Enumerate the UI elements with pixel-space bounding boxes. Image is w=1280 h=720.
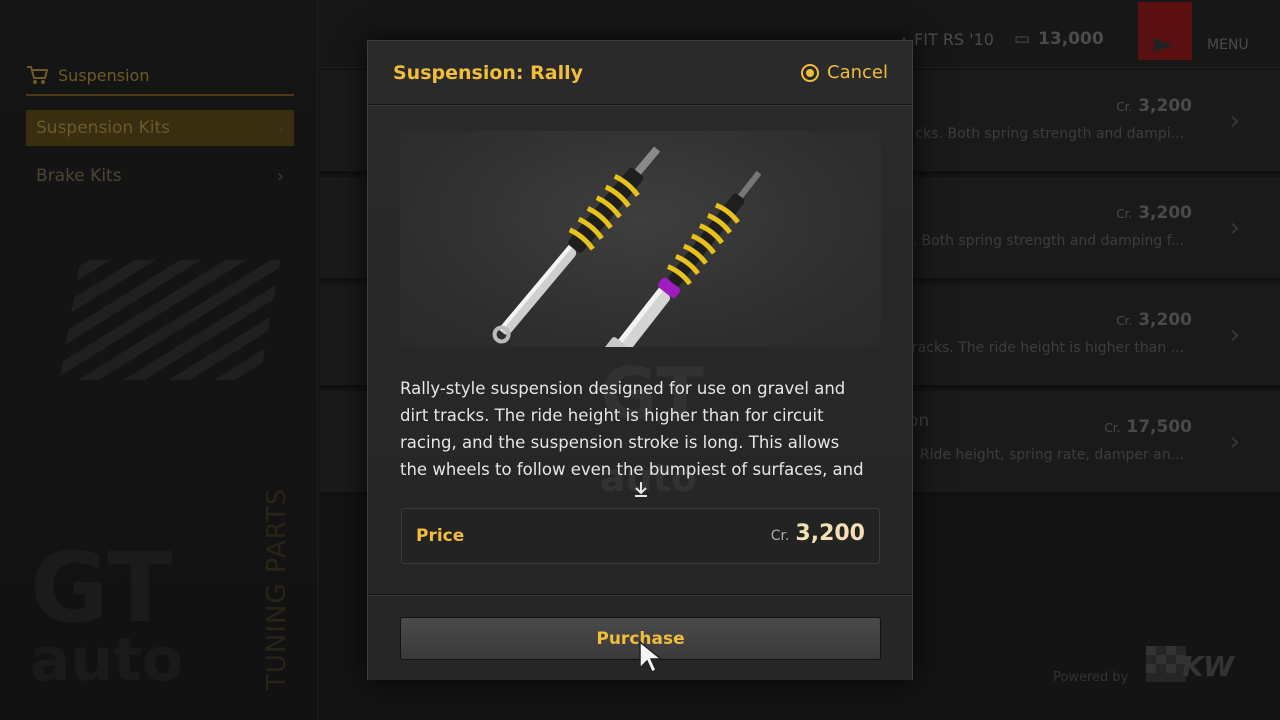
cancel-circle-icon xyxy=(801,63,820,82)
part-description: Rally-style suspension designed for use … xyxy=(400,379,864,479)
row-description: Ride height, spring rate, damper an... xyxy=(919,447,1184,463)
price-value: 17,500 xyxy=(1126,417,1192,437)
chevron-right-icon: › xyxy=(276,165,284,187)
price-value: 3,200 xyxy=(795,521,865,546)
chevron-right-icon: › xyxy=(1229,213,1240,243)
cancel-label: Cancel xyxy=(827,62,888,83)
purchase-dialog: Suspension: Rally Cancel GT auto Rally-s… xyxy=(367,40,913,680)
price-value: 3,200 xyxy=(1138,310,1192,330)
gt-logo-watermark: GT xyxy=(30,532,173,644)
decorative-stripes xyxy=(59,260,281,380)
currency-label: Cr. xyxy=(1104,421,1121,435)
category-title: Suspension xyxy=(26,56,294,96)
price-value: 3,200 xyxy=(1138,203,1192,223)
price-display: Cr. 3,200 xyxy=(771,521,865,546)
row-price: Cr. 3,200 xyxy=(1116,310,1192,330)
scroll-down-icon[interactable] xyxy=(632,481,650,499)
row-description: racks. The ride height is higher than ..… xyxy=(911,340,1184,356)
kw-logo: KW xyxy=(1142,642,1238,686)
sidebar-item-label: Brake Kits xyxy=(36,166,122,186)
chevron-right-icon: › xyxy=(1229,427,1240,457)
product-image xyxy=(400,131,881,347)
sidebar-item-brake-kits[interactable]: Brake Kits › xyxy=(26,158,294,194)
auto-logo-watermark: auto xyxy=(30,625,184,695)
car-name: ▴ FIT RS '10 xyxy=(900,30,994,49)
category-title-label: Suspension xyxy=(58,65,150,85)
credits-value: 13,000 xyxy=(1038,29,1104,49)
row-price: Cr. 3,200 xyxy=(1116,96,1192,116)
row-description: . Both spring strength and damping f... xyxy=(912,233,1184,249)
pointer-cursor-icon xyxy=(638,640,664,674)
dialog-title: Suspension: Rally xyxy=(393,62,584,84)
price-value: 3,200 xyxy=(1138,96,1192,116)
price-box: Price Cr. 3,200 xyxy=(401,508,880,564)
row-price: Cr. 17,500 xyxy=(1104,417,1192,437)
powered-by-label: Powered by xyxy=(1053,670,1129,685)
sidebar-item-suspension-kits[interactable]: Suspension Kits › xyxy=(26,110,294,146)
currency-label: Cr. xyxy=(1116,314,1133,328)
currency-label: Cr. xyxy=(1116,100,1133,114)
chevron-right-icon: › xyxy=(1229,320,1240,350)
row-price: Cr. 3,200 xyxy=(1116,203,1192,223)
row-description: cks. Both spring strength and dampi... xyxy=(915,126,1184,142)
cart-icon xyxy=(26,65,49,85)
left-panel: Suspension Suspension Kits › Brake Kits … xyxy=(0,0,318,720)
credits-display: ▭ 13,000 xyxy=(1014,29,1104,49)
currency-label: Cr. xyxy=(1116,207,1133,221)
chevron-right-icon: › xyxy=(276,117,284,139)
dialog-header: Suspension: Rally Cancel xyxy=(368,41,912,105)
play-icon xyxy=(1154,38,1174,52)
svg-text:KW: KW xyxy=(1182,650,1235,683)
sidebar-item-label: Suspension Kits xyxy=(36,118,170,138)
car-name-label: FIT RS '10 xyxy=(914,30,994,49)
cancel-button[interactable]: Cancel xyxy=(801,62,888,83)
credits-icon: ▭ xyxy=(1014,29,1031,49)
price-label: Price xyxy=(416,526,465,546)
menu-button[interactable]: MENU xyxy=(1207,37,1249,53)
chevron-right-icon: › xyxy=(1229,106,1240,136)
currency-label: Cr. xyxy=(770,528,790,544)
section-label: TUNING PARTS xyxy=(262,487,292,690)
play-button[interactable] xyxy=(1138,2,1192,60)
